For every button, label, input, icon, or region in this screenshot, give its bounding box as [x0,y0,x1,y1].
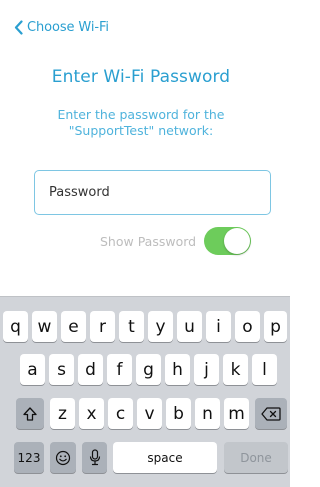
key-f[interactable]: f [107,354,132,385]
page-title: Enter Wi-Fi Password [51,67,231,87]
key-e[interactable]: e [61,311,86,342]
shift-icon [22,406,38,422]
key-n[interactable]: n [195,398,220,429]
delete-key[interactable] [255,398,287,429]
key-x[interactable]: x [79,398,104,429]
done-key[interactable]: Done [224,442,288,473]
key-l[interactable]: l [252,354,277,385]
key-w[interactable]: w [32,311,57,342]
show-password-label: Show Password [100,233,197,249]
space-key[interactable]: space [113,442,217,473]
password-input[interactable] [49,185,256,200]
back-button-label: Choose Wi-Fi [27,19,109,35]
keyboard: q w e r t y u i o p a s d f g h j k l z … [0,296,290,487]
key-h[interactable]: h [165,354,190,385]
page-subtitle: Enter the password for the "SupportTest"… [20,107,262,139]
subtitle-line-1: Enter the password for the [57,107,225,122]
key-s[interactable]: s [49,354,74,385]
key-u[interactable]: u [177,311,202,342]
key-m[interactable]: m [224,398,249,429]
key-a[interactable]: a [20,354,45,385]
backspace-icon [261,406,281,421]
password-field[interactable] [34,170,271,215]
emoji-key[interactable] [50,442,76,473]
show-password-toggle[interactable] [204,227,252,255]
key-p[interactable]: p [264,311,287,342]
key-q[interactable]: q [3,311,28,342]
shift-key[interactable] [16,398,44,429]
key-b[interactable]: b [166,398,191,429]
chevron-left-icon [14,19,23,35]
subtitle-line-2: "SupportTest" network: [68,123,214,138]
wifi-password-screen: Choose Wi-Fi Enter Wi-Fi Password Enter … [0,0,290,487]
key-o[interactable]: o [235,311,260,342]
show-password-row: Show Password [100,227,252,255]
key-g[interactable]: g [136,354,161,385]
key-z[interactable]: z [50,398,75,429]
key-r[interactable]: r [90,311,115,342]
key-i[interactable]: i [206,311,231,342]
key-t[interactable]: t [119,311,144,342]
key-v[interactable]: v [137,398,162,429]
key-y[interactable]: y [148,311,173,342]
numbers-key[interactable]: 123 [14,442,44,473]
key-k[interactable]: k [223,354,248,385]
microphone-icon [89,449,101,466]
key-j[interactable]: j [194,354,219,385]
key-c[interactable]: c [108,398,133,429]
microphone-key[interactable] [82,442,107,473]
emoji-icon [55,450,71,466]
key-d[interactable]: d [78,354,103,385]
back-button[interactable]: Choose Wi-Fi [14,17,109,37]
toggle-knob [224,228,251,254]
